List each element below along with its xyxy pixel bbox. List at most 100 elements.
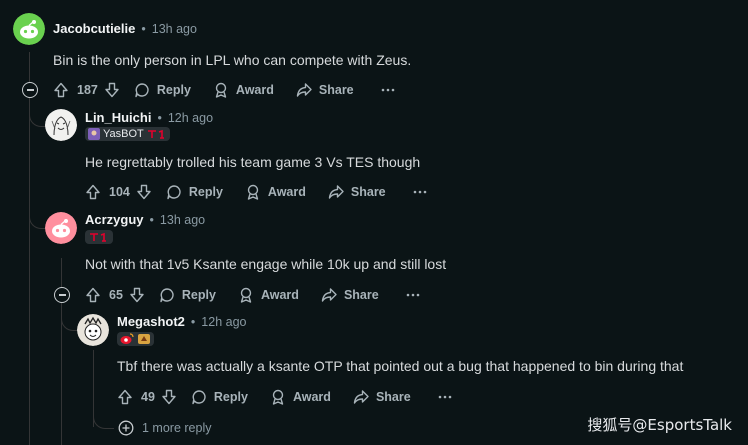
comment: Jacobcutielie • 13h ago Bin is the only …	[0, 0, 748, 104]
share-button[interactable]: Share	[296, 82, 354, 98]
award-button[interactable]: Award	[238, 287, 299, 303]
meta-separator: •	[149, 212, 154, 227]
meta-separator: •	[157, 110, 162, 125]
reply-label: Reply	[188, 185, 223, 199]
reply-label: Reply	[213, 390, 248, 404]
reply-icon	[192, 390, 206, 405]
comment-timestamp[interactable]: 12h ago	[168, 111, 213, 125]
comment-author[interactable]: Jacobcutielie	[53, 21, 135, 36]
upvote-icon	[86, 287, 100, 303]
award-label: Award	[292, 390, 331, 404]
user-flair	[85, 230, 113, 244]
user-flair	[117, 332, 154, 346]
share-label: Share	[350, 185, 386, 199]
comment: Lin_Huichi • 12h ago YasBOT He regrettab…	[0, 104, 748, 204]
downvote-button[interactable]	[104, 82, 120, 98]
share-icon	[353, 390, 369, 404]
reply-label: Reply	[156, 83, 191, 97]
more-options-icon	[406, 293, 419, 297]
collapse-thread-button[interactable]	[22, 82, 38, 98]
downvote-button[interactable]	[129, 287, 145, 303]
downvote-button[interactable]	[136, 184, 152, 200]
meta-separator: •	[141, 21, 146, 36]
avatar[interactable]	[45, 212, 77, 244]
flair-text: YasBOT	[103, 128, 144, 140]
snoo-avatar-icon	[45, 212, 77, 244]
share-icon	[321, 288, 337, 302]
vote-count: 49	[141, 390, 155, 404]
snoo-avatar-icon	[13, 13, 45, 45]
more-options-button[interactable]	[380, 82, 396, 98]
award-label: Award	[260, 288, 299, 302]
share-button[interactable]: Share	[328, 184, 386, 200]
more-options-icon	[381, 88, 394, 92]
comment: Megashot2 • 12h ago Tbf there was actual…	[0, 307, 748, 417]
sketch-avatar-icon	[45, 109, 77, 141]
more-options-icon	[438, 395, 451, 399]
comment-author[interactable]: Megashot2	[117, 314, 185, 329]
award-icon	[215, 82, 227, 98]
t1-logo-icon	[90, 232, 106, 242]
share-label: Share	[343, 288, 379, 302]
comment-body: Tbf there was actually a ksante OTP that…	[117, 358, 684, 374]
comment-body: He regrettably trolled his team game 3 V…	[85, 154, 421, 170]
team-logo-icon	[138, 334, 150, 344]
collapse-thread-button[interactable]	[54, 287, 70, 303]
more-options-button[interactable]	[405, 287, 421, 303]
share-icon	[296, 83, 312, 97]
share-label: Share	[318, 83, 354, 97]
watermark: 搜狐号@EsportsTalk	[587, 416, 732, 434]
downvote-icon	[162, 389, 176, 405]
reply-button[interactable]: Reply	[134, 82, 191, 98]
vote-count: 104	[109, 185, 130, 199]
award-icon	[247, 184, 259, 200]
award-button[interactable]: Award	[245, 184, 306, 200]
award-label: Award	[267, 185, 306, 199]
upvote-button[interactable]	[53, 82, 69, 98]
reply-button[interactable]: Reply	[191, 389, 248, 405]
t1-logo-icon	[147, 129, 164, 139]
award-button[interactable]: Award	[270, 389, 331, 405]
award-button[interactable]: Award	[213, 82, 274, 98]
comment-timestamp[interactable]: 13h ago	[152, 22, 197, 36]
upvote-button[interactable]	[85, 184, 101, 200]
comment-timestamp[interactable]: 12h ago	[201, 315, 246, 329]
comment-author[interactable]: Acrzyguy	[85, 212, 144, 227]
avatar[interactable]	[77, 314, 109, 346]
upvote-icon	[86, 184, 100, 200]
meta-separator: •	[190, 314, 196, 329]
reply-icon	[160, 288, 174, 303]
comment-timestamp[interactable]: 13h ago	[160, 213, 205, 227]
more-options-icon	[413, 190, 426, 194]
weibo-logo-icon	[120, 333, 134, 344]
comment-body: Bin is the only person in LPL who can co…	[53, 52, 412, 68]
avatar[interactable]	[45, 109, 77, 141]
champion-flair-icon	[88, 128, 100, 140]
cartoon-avatar-icon	[77, 314, 109, 346]
share-label: Share	[375, 390, 411, 404]
upvote-button[interactable]	[117, 389, 133, 405]
vote-count: 65	[109, 288, 123, 302]
more-options-button[interactable]	[437, 389, 453, 405]
award-icon	[240, 287, 252, 303]
more-replies-link[interactable]: 1 more reply	[118, 420, 211, 436]
comment: Acrzyguy • 13h ago Not with that 1v5 Ksa…	[0, 204, 748, 307]
share-button[interactable]: Share	[321, 287, 379, 303]
reply-icon	[167, 185, 181, 200]
upvote-icon	[54, 82, 68, 98]
downvote-icon	[105, 82, 119, 98]
vote-count: 187	[77, 83, 98, 97]
reply-button[interactable]: Reply	[166, 184, 223, 200]
award-label: Award	[235, 83, 274, 97]
share-icon	[328, 185, 344, 199]
share-button[interactable]: Share	[353, 389, 411, 405]
comment-author[interactable]: Lin_Huichi	[85, 110, 151, 125]
upvote-icon	[118, 389, 132, 405]
reply-button[interactable]: Reply	[159, 287, 216, 303]
reply-icon	[135, 83, 149, 98]
downvote-icon	[130, 287, 144, 303]
upvote-button[interactable]	[85, 287, 101, 303]
avatar[interactable]	[13, 13, 45, 45]
more-options-button[interactable]	[412, 184, 428, 200]
downvote-button[interactable]	[161, 389, 177, 405]
